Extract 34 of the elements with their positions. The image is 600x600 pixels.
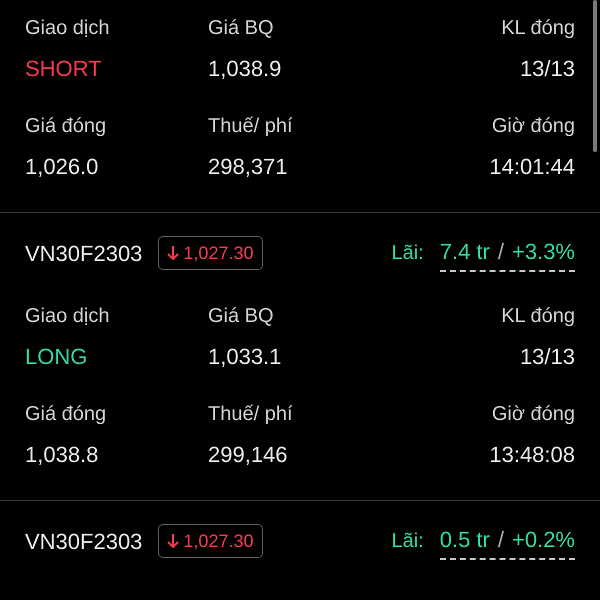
- field-label: Thuế/ phí: [208, 402, 293, 427]
- field-label: Giờ đóng: [492, 114, 575, 139]
- field-label: Thuế/ phí: [208, 114, 293, 139]
- field-value: 13/13: [520, 342, 575, 370]
- field-label: Giờ đóng: [492, 402, 575, 427]
- symbol-label: VN30F2303: [25, 240, 142, 268]
- field-value: 1,038.9: [208, 54, 282, 82]
- field-label: Giá đóng: [25, 402, 106, 427]
- field-value: 1,026.0: [25, 152, 98, 180]
- field-label: KL đóng: [501, 16, 575, 41]
- field-label: Giá BQ: [208, 16, 274, 41]
- field-value: 13:48:08: [489, 440, 575, 468]
- profit-value: 0.5 tr / +0.2%: [440, 522, 575, 560]
- trade-side: LONG: [25, 342, 88, 370]
- profit-label: Lãi:: [391, 241, 424, 266]
- arrow-down-icon: [167, 245, 180, 261]
- price-badge: 1,027.30: [158, 236, 262, 270]
- trade-side: SHORT: [25, 54, 102, 82]
- field-label: KL đóng: [501, 304, 575, 329]
- field-label: Giao dịch: [25, 304, 110, 329]
- field-value: 1,033.1: [208, 342, 282, 370]
- field-value: 1,038.8: [25, 440, 98, 468]
- field-value: 299,146: [208, 440, 288, 468]
- field-value: 14:01:44: [489, 152, 575, 180]
- profit-label: Lãi:: [391, 529, 424, 554]
- symbol-label: VN30F2303: [25, 528, 142, 556]
- price-badge: 1,027.30: [158, 524, 262, 558]
- arrow-down-icon: [167, 533, 180, 549]
- field-label: Giá BQ: [208, 304, 274, 329]
- field-value: 298,371: [208, 152, 288, 180]
- field-value: 13/13: [520, 54, 575, 82]
- field-label: Giao dịch: [25, 16, 110, 41]
- field-label: Giá đóng: [25, 114, 106, 139]
- profit-value: 7.4 tr / +3.3%: [440, 234, 575, 272]
